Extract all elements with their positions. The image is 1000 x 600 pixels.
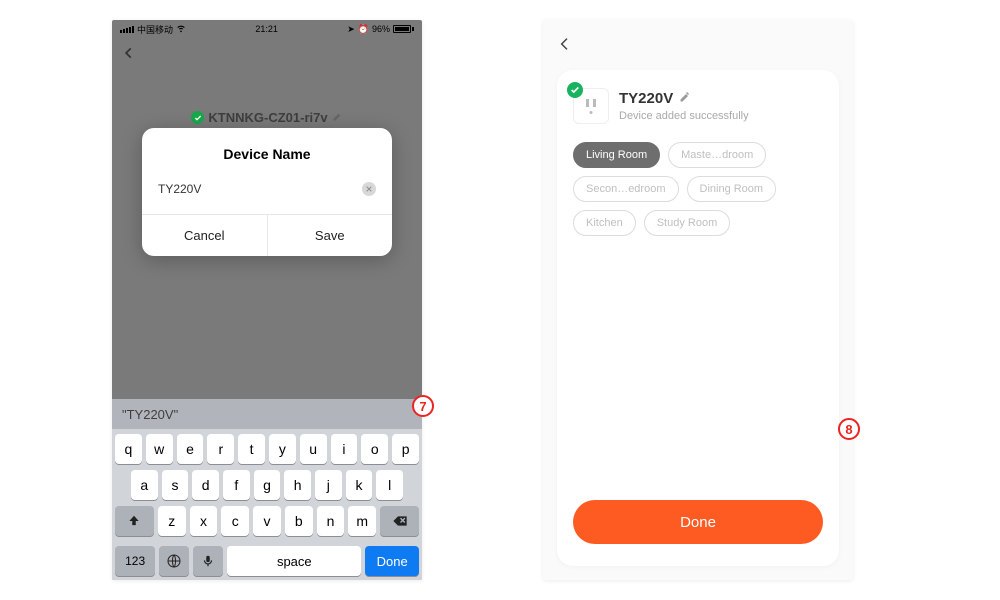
key-v[interactable]: v (253, 506, 281, 536)
key-e[interactable]: e (177, 434, 204, 464)
back-button[interactable] (122, 46, 136, 60)
key-z[interactable]: z (158, 506, 186, 536)
key-j[interactable]: j (315, 470, 342, 500)
room-chip-dining-room[interactable]: Dining Room (687, 176, 777, 202)
device-name-input[interactable] (158, 182, 362, 196)
modal-title: Device Name (142, 128, 392, 176)
device-name: TY220V (619, 90, 673, 107)
key-c[interactable]: c (221, 506, 249, 536)
cancel-button[interactable]: Cancel (142, 215, 267, 256)
room-chip-group: Living Room Maste…droom Secon…edroom Din… (573, 142, 823, 236)
edit-name-button[interactable] (679, 90, 691, 107)
room-chip-second-bedroom[interactable]: Secon…edroom (573, 176, 679, 202)
background-device-row: KTNNKG-CZ01-ri7v (112, 110, 422, 125)
room-chip-master-bedroom[interactable]: Maste…droom (668, 142, 766, 168)
backspace-icon (392, 513, 408, 529)
step-badge-7: 7 (412, 395, 434, 417)
keyboard-done-key[interactable]: Done (365, 546, 419, 576)
shift-key[interactable] (115, 506, 154, 536)
room-chip-kitchen[interactable]: Kitchen (573, 210, 636, 236)
key-p[interactable]: p (392, 434, 419, 464)
key-w[interactable]: w (146, 434, 173, 464)
done-button[interactable]: Done (573, 500, 823, 544)
clock: 21:21 (255, 24, 278, 34)
globe-key[interactable] (159, 546, 189, 576)
background-device-label: KTNNKG-CZ01-ri7v (208, 110, 327, 125)
backspace-key[interactable] (380, 506, 419, 536)
alarm-icon: ⏰ (358, 24, 369, 35)
space-key[interactable]: space (227, 546, 361, 576)
key-d[interactable]: d (192, 470, 219, 500)
key-o[interactable]: o (361, 434, 388, 464)
save-button[interactable]: Save (267, 215, 393, 256)
microphone-icon (201, 554, 215, 568)
step-badge-8: 8 (838, 418, 860, 440)
key-y[interactable]: y (269, 434, 296, 464)
device-header: TY220V Device added successfully (573, 88, 823, 124)
keyboard-row-3: z x c v b n m (115, 506, 419, 536)
phone-screenshot-assign-room: TY220V Device added successfully Living … (543, 20, 853, 580)
key-k[interactable]: k (346, 470, 373, 500)
battery-pct: 96% (372, 24, 390, 34)
phone-screenshot-rename: 中国移动 21:21 ➤ ⏰ 96% KTNNKG-CZ01-ri7v Devi… (112, 20, 422, 580)
key-n[interactable]: n (317, 506, 345, 536)
wifi-icon (176, 23, 186, 35)
room-chip-study-room[interactable]: Study Room (644, 210, 731, 236)
pencil-icon (332, 110, 343, 125)
key-i[interactable]: i (331, 434, 358, 464)
device-card: TY220V Device added successfully Living … (557, 70, 839, 566)
device-subtitle: Device added successfully (619, 110, 749, 122)
success-check-icon (567, 82, 583, 98)
key-t[interactable]: t (238, 434, 265, 464)
key-g[interactable]: g (254, 470, 281, 500)
device-icon-wrap (573, 88, 609, 124)
key-x[interactable]: x (190, 506, 218, 536)
pencil-icon (679, 91, 691, 103)
keyboard-prediction-bar[interactable]: "TY220V" (112, 399, 422, 429)
numbers-key[interactable]: 123 (115, 546, 155, 576)
key-h[interactable]: h (284, 470, 311, 500)
key-u[interactable]: u (300, 434, 327, 464)
back-button[interactable] (557, 36, 573, 52)
key-m[interactable]: m (348, 506, 376, 536)
success-check-icon (191, 111, 204, 124)
room-chip-living-room[interactable]: Living Room (573, 142, 660, 168)
key-l[interactable]: l (376, 470, 403, 500)
clear-input-button[interactable] (362, 182, 376, 196)
globe-icon (166, 553, 182, 569)
key-s[interactable]: s (162, 470, 189, 500)
signal-icon (120, 26, 134, 33)
key-f[interactable]: f (223, 470, 250, 500)
keyboard-row-2: a s d f g h j k l (115, 470, 419, 500)
prediction-text[interactable]: "TY220V" (122, 407, 178, 422)
status-bar: 中国移动 21:21 ➤ ⏰ 96% (112, 20, 422, 38)
location-icon: ➤ (347, 24, 355, 35)
key-b[interactable]: b (285, 506, 313, 536)
ios-keyboard: "TY220V" q w e r t y u i o p a s d f g h (112, 399, 422, 580)
key-r[interactable]: r (207, 434, 234, 464)
carrier-label: 中国移动 (137, 23, 173, 36)
battery-icon (393, 25, 414, 33)
rename-modal: Device Name Cancel Save (142, 128, 392, 256)
dictation-key[interactable] (193, 546, 223, 576)
keyboard-row-1: q w e r t y u i o p (115, 434, 419, 464)
key-q[interactable]: q (115, 434, 142, 464)
shift-icon (127, 514, 141, 528)
key-a[interactable]: a (131, 470, 158, 500)
